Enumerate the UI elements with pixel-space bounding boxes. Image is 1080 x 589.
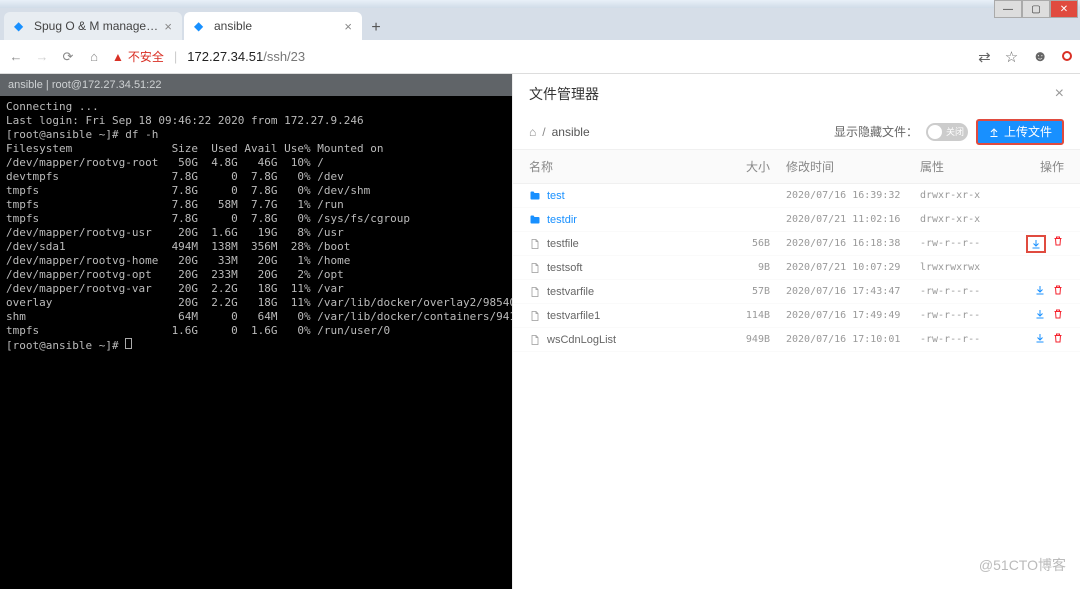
delete-icon[interactable] — [1052, 284, 1064, 299]
breadcrumb: ⌂ / ansible — [529, 125, 590, 139]
browser-tabs: ◆ Spug O & M management sys × ◆ ansible … — [0, 8, 1080, 40]
file-actions — [1020, 284, 1064, 299]
tab-close-icon[interactable]: × — [164, 19, 172, 34]
file-size: 56B — [710, 238, 770, 249]
col-name[interactable]: 名称 — [529, 158, 710, 175]
panel-title: 文件管理器 — [529, 84, 599, 104]
delete-icon[interactable] — [1052, 332, 1064, 347]
file-attr: -rw-r--r-- — [920, 334, 1020, 345]
home-icon[interactable]: ⌂ — [529, 125, 536, 139]
terminal-pane: ansible | root@172.27.34.51:22 Connectin… — [0, 74, 512, 589]
upload-icon — [988, 126, 1000, 138]
panel-close-icon[interactable]: × — [1055, 85, 1064, 103]
table-row[interactable]: testfile56B2020/07/16 16:18:38-rw-r--r-- — [513, 232, 1080, 256]
breadcrumb-current[interactable]: ansible — [552, 125, 590, 139]
file-time: 2020/07/21 11:02:16 — [770, 214, 920, 225]
delete-icon[interactable] — [1052, 308, 1064, 323]
profile-icon[interactable]: ☻ — [1032, 48, 1048, 65]
reload-icon[interactable]: ⟳ — [60, 49, 76, 65]
download-icon[interactable] — [1026, 235, 1046, 253]
col-attr: 属性 — [920, 158, 1020, 175]
col-actions: 操作 — [1020, 158, 1064, 175]
file-size: 9B — [710, 262, 770, 273]
file-time: 2020/07/16 17:10:01 — [770, 334, 920, 345]
warn-icon: ▲ — [112, 50, 124, 64]
file-actions — [1020, 332, 1064, 347]
panel-header: 文件管理器 × — [513, 74, 1080, 114]
file-name[interactable]: testsoft — [529, 262, 710, 274]
home-icon[interactable]: ⌂ — [86, 49, 102, 64]
table-header: 名称 大小 修改时间 属性 操作 — [513, 150, 1080, 184]
file-attr: -rw-r--r-- — [920, 286, 1020, 297]
file-size: 114B — [710, 310, 770, 321]
extension-icon[interactable] — [1062, 48, 1072, 65]
download-icon[interactable] — [1034, 308, 1046, 323]
bookmark-icon[interactable]: ☆ — [1005, 48, 1018, 66]
tab-spug[interactable]: ◆ Spug O & M management sys × — [4, 12, 182, 40]
tab-title: Spug O & M management sys — [34, 19, 164, 33]
hidden-files-toggle[interactable]: 关闭 — [926, 123, 968, 141]
window-maximize[interactable]: ▢ — [1022, 0, 1050, 18]
col-size: 大小 — [710, 158, 770, 175]
hidden-files-label: 显示隐藏文件： — [834, 123, 918, 140]
forward-icon[interactable]: → — [34, 49, 50, 64]
upload-button[interactable]: 上传文件 — [976, 119, 1064, 145]
file-actions — [1020, 235, 1064, 253]
delete-icon[interactable] — [1052, 235, 1064, 253]
file-name[interactable]: testvarfile1 — [529, 310, 710, 322]
file-attr: -rw-r--r-- — [920, 310, 1020, 321]
terminal-output[interactable]: Connecting ... Last login: Fri Sep 18 09… — [0, 96, 512, 589]
translate-icon[interactable]: ⇄ — [978, 48, 991, 66]
watermark: @51CTO博客 — [979, 555, 1066, 575]
file-size: 949B — [710, 334, 770, 345]
new-tab-button[interactable]: + — [364, 16, 388, 40]
file-time: 2020/07/16 17:49:49 — [770, 310, 920, 321]
file-attr: -rw-r--r-- — [920, 238, 1020, 249]
file-manager-panel: 文件管理器 × ⌂ / ansible 显示隐藏文件： 关闭 上传文件 名称 大… — [512, 74, 1080, 589]
table-row[interactable]: test 2020/07/16 16:39:32drwxr-xr-x — [513, 184, 1080, 208]
file-name[interactable]: test — [529, 190, 710, 202]
file-time: 2020/07/16 17:43:47 — [770, 286, 920, 297]
content-area: ansible | root@172.27.34.51:22 Connectin… — [0, 74, 1080, 589]
file-name[interactable]: testdir — [529, 214, 710, 226]
url-field[interactable]: 172.27.34.51/ssh/23 — [187, 49, 968, 64]
table-row[interactable]: testvarfile57B2020/07/16 17:43:47-rw-r--… — [513, 280, 1080, 304]
terminal-header: ansible | root@172.27.34.51:22 — [0, 74, 512, 96]
file-name[interactable]: testfile — [529, 238, 710, 250]
file-attr: drwxr-xr-x — [920, 190, 1020, 201]
table-row[interactable]: testdir 2020/07/21 11:02:16drwxr-xr-x — [513, 208, 1080, 232]
table-row[interactable]: wsCdnLogList949B2020/07/16 17:10:01-rw-r… — [513, 328, 1080, 352]
tab-ansible[interactable]: ◆ ansible × — [184, 12, 362, 40]
security-warning[interactable]: ▲ 不安全 — [112, 48, 164, 65]
col-time: 修改时间 — [770, 158, 920, 175]
download-icon[interactable] — [1034, 284, 1046, 299]
file-rows: test2020/07/16 16:39:32drwxr-xr-xtestdir… — [513, 184, 1080, 589]
table-row[interactable]: testvarfile1114B2020/07/16 17:49:49-rw-r… — [513, 304, 1080, 328]
window-close[interactable]: ✕ — [1050, 0, 1078, 18]
tab-close-icon[interactable]: × — [344, 19, 352, 34]
file-name[interactable]: wsCdnLogList — [529, 334, 710, 346]
window-controls: — ▢ ✕ — [994, 0, 1078, 18]
file-attr: lrwxrwxrwx — [920, 262, 1020, 273]
table-row[interactable]: testsoft9B2020/07/21 10:07:29lrwxrwxrwx — [513, 256, 1080, 280]
tab-favicon-icon: ◆ — [14, 19, 28, 33]
warn-text: 不安全 — [128, 48, 164, 65]
file-attr: drwxr-xr-x — [920, 214, 1020, 225]
window-titlebar — [0, 0, 1080, 8]
back-icon[interactable]: ← — [8, 49, 24, 64]
tab-favicon-icon: ◆ — [194, 19, 208, 33]
tab-title: ansible — [214, 19, 344, 33]
download-icon[interactable] — [1034, 332, 1046, 347]
toolbar-icons: ⇄ ☆ ☻ — [978, 48, 1072, 66]
window-minimize[interactable]: — — [994, 0, 1022, 18]
file-actions — [1020, 308, 1064, 323]
file-time: 2020/07/16 16:18:38 — [770, 238, 920, 249]
file-name[interactable]: testvarfile — [529, 286, 710, 298]
file-time: 2020/07/16 16:39:32 — [770, 190, 920, 201]
file-size: 57B — [710, 286, 770, 297]
panel-toolbar: ⌂ / ansible 显示隐藏文件： 关闭 上传文件 — [513, 114, 1080, 150]
file-time: 2020/07/21 10:07:29 — [770, 262, 920, 273]
address-bar: ← → ⟳ ⌂ ▲ 不安全 | 172.27.34.51/ssh/23 ⇄ ☆ … — [0, 40, 1080, 74]
